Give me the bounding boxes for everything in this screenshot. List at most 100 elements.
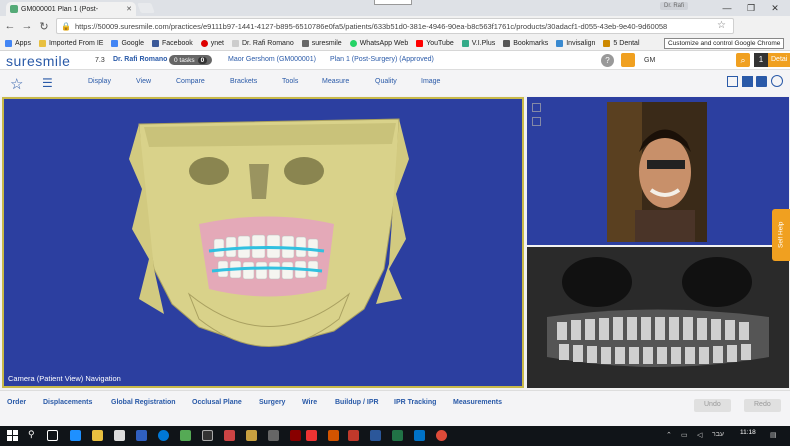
windows-taskbar: ⚲ ⌃ ▭ ◁ עבר 11:18 ▤ bbox=[0, 426, 790, 446]
back-icon[interactable]: ← bbox=[3, 19, 17, 33]
outlook-icon[interactable] bbox=[414, 430, 425, 441]
url-bar[interactable]: 🔒 https://50009.suresmile.com/practices/… bbox=[56, 18, 734, 34]
user-icon[interactable] bbox=[621, 53, 635, 67]
tab-dropdown-handle[interactable] bbox=[374, 0, 412, 5]
taskbar-clock[interactable]: 11:18 bbox=[740, 429, 756, 436]
xray-image bbox=[527, 247, 789, 388]
layout-split-icon[interactable] bbox=[742, 76, 753, 87]
patient-name[interactable]: Maor Gershom (GM000001) bbox=[228, 56, 316, 63]
chrome-icon[interactable] bbox=[436, 430, 447, 441]
app-icon[interactable] bbox=[202, 430, 213, 441]
bookmark-viplus[interactable]: V.I.Plus bbox=[461, 39, 495, 47]
tray-up-icon[interactable]: ⌃ bbox=[666, 431, 672, 439]
maximize-icon[interactable]: ❐ bbox=[740, 0, 762, 16]
file-explorer-icon[interactable] bbox=[92, 430, 103, 441]
doctor-name[interactable]: Dr. Rafi Romano bbox=[113, 56, 167, 63]
tab-global-registration[interactable]: Global Registration bbox=[111, 399, 176, 406]
forward-icon[interactable]: → bbox=[20, 19, 34, 33]
app-icon[interactable] bbox=[180, 430, 191, 441]
grid-panel-icon[interactable] bbox=[532, 117, 541, 126]
favorite-star-icon[interactable]: ☆ bbox=[10, 75, 23, 93]
folder-icon bbox=[603, 39, 611, 47]
store-icon[interactable] bbox=[114, 430, 125, 441]
menu-image[interactable]: Image bbox=[421, 78, 440, 85]
language-label[interactable]: עבר bbox=[712, 431, 724, 438]
bookmark-ynet[interactable]: ynet bbox=[200, 39, 224, 47]
layout-single-icon[interactable] bbox=[727, 76, 738, 87]
tasks-badge[interactable]: 0 tasks 0 bbox=[169, 55, 213, 65]
menu-quality[interactable]: Quality bbox=[375, 78, 397, 85]
close-window-icon[interactable]: ✕ bbox=[764, 0, 786, 16]
apps-grid-icon bbox=[5, 39, 12, 47]
expand-panel-icon[interactable] bbox=[532, 103, 541, 112]
3d-viewport[interactable]: Camera (Patient View) Navigation bbox=[2, 97, 524, 388]
mail-icon[interactable] bbox=[136, 430, 147, 441]
app-icon[interactable] bbox=[224, 430, 235, 441]
profile-chip[interactable]: Dr. Rafi bbox=[660, 2, 689, 10]
app-icon[interactable] bbox=[306, 430, 317, 441]
bookmark-star-icon[interactable]: ☆ bbox=[717, 20, 726, 31]
menu-view[interactable]: View bbox=[136, 78, 151, 85]
redo-button[interactable]: Redo bbox=[744, 399, 781, 412]
menu-measure[interactable]: Measure bbox=[322, 78, 349, 85]
plan-name[interactable]: Plan 1 (Post-Surgery) (Approved) bbox=[330, 56, 434, 63]
help-icon[interactable]: ? bbox=[601, 54, 614, 67]
search-icon[interactable]: ⚲ bbox=[28, 429, 35, 440]
tab-order[interactable]: Order bbox=[7, 399, 26, 406]
menu-brackets[interactable]: Brackets bbox=[230, 78, 257, 85]
powerpoint-icon[interactable] bbox=[328, 430, 339, 441]
undo-button[interactable]: Undo bbox=[694, 399, 731, 412]
new-tab-button[interactable] bbox=[137, 3, 155, 13]
bookmark-facebook[interactable]: Facebook bbox=[152, 39, 193, 47]
panoramic-xray-panel[interactable] bbox=[527, 247, 789, 388]
menu-compare[interactable]: Compare bbox=[176, 78, 205, 85]
volume-icon[interactable]: ◁ bbox=[697, 431, 702, 439]
search-icon[interactable]: ⌕ bbox=[736, 53, 750, 67]
ie-icon[interactable] bbox=[158, 430, 169, 441]
menu-display[interactable]: Display bbox=[88, 78, 111, 85]
acrobat-icon[interactable] bbox=[348, 430, 359, 441]
history-clock-icon[interactable] bbox=[771, 75, 783, 87]
folder-icon bbox=[38, 39, 46, 47]
bookmark-rafi[interactable]: Dr. Rafi Romano bbox=[232, 39, 294, 47]
app-icon[interactable] bbox=[246, 430, 257, 441]
notifications-icon[interactable]: ▤ bbox=[770, 431, 777, 439]
self-help-button[interactable]: Self Help bbox=[772, 209, 790, 261]
app-icon[interactable] bbox=[268, 430, 279, 441]
tab-wire[interactable]: Wire bbox=[302, 399, 317, 406]
bookmark-youtube[interactable]: YouTube bbox=[416, 39, 454, 47]
reload-icon[interactable]: ↻ bbox=[37, 19, 51, 33]
patient-photo-panel[interactable] bbox=[527, 97, 789, 245]
task-view-icon[interactable] bbox=[47, 430, 58, 441]
app-icon[interactable] bbox=[290, 430, 301, 441]
browser-tab[interactable]: GM000001 Plan 1 (Post- ✕ bbox=[6, 2, 136, 16]
edge-icon[interactable] bbox=[70, 430, 81, 441]
network-icon[interactable]: ▭ bbox=[681, 431, 688, 439]
minimize-icon[interactable]: — bbox=[716, 0, 738, 16]
tab-occlusal-plane[interactable]: Occlusal Plane bbox=[192, 399, 242, 406]
windows-start-icon[interactable] bbox=[7, 430, 18, 441]
excel-icon[interactable] bbox=[392, 430, 403, 441]
tab-ipr-tracking[interactable]: IPR Tracking bbox=[394, 399, 436, 406]
menu-tools[interactable]: Tools bbox=[282, 78, 298, 85]
tab-surgery[interactable]: Surgery bbox=[259, 399, 285, 406]
bookmark-imported[interactable]: Imported From IE bbox=[38, 39, 103, 47]
bookmark-invisalign[interactable]: Invisalign bbox=[556, 39, 595, 47]
tab-close-icon[interactable]: ✕ bbox=[126, 5, 132, 13]
bookmark-google[interactable]: Google bbox=[111, 39, 144, 47]
bookmark-whatsapp[interactable]: WhatsApp Web bbox=[349, 39, 408, 47]
youtube-icon bbox=[416, 39, 424, 47]
url-text: https://50009.suresmile.com/practices/e9… bbox=[74, 21, 668, 31]
word-icon[interactable] bbox=[370, 430, 381, 441]
bookmark-suresmile[interactable]: suresmile bbox=[301, 39, 342, 47]
checklist-icon[interactable]: ☰ bbox=[42, 76, 53, 90]
tab-displacements[interactable]: Displacements bbox=[43, 399, 92, 406]
bookmark-apps[interactable]: Apps bbox=[5, 39, 31, 47]
detail-button[interactable]: Detai bbox=[768, 53, 790, 67]
version-label: 7.3 bbox=[95, 57, 105, 64]
bookmark-bookmarks[interactable]: Bookmarks bbox=[503, 39, 548, 47]
tab-buildup-ipr[interactable]: Buildup / IPR bbox=[335, 399, 379, 406]
fullscreen-icon[interactable] bbox=[756, 76, 767, 87]
tab-measurements[interactable]: Measurements bbox=[453, 399, 502, 406]
bookmark-dental[interactable]: 5 Dental bbox=[603, 39, 640, 47]
